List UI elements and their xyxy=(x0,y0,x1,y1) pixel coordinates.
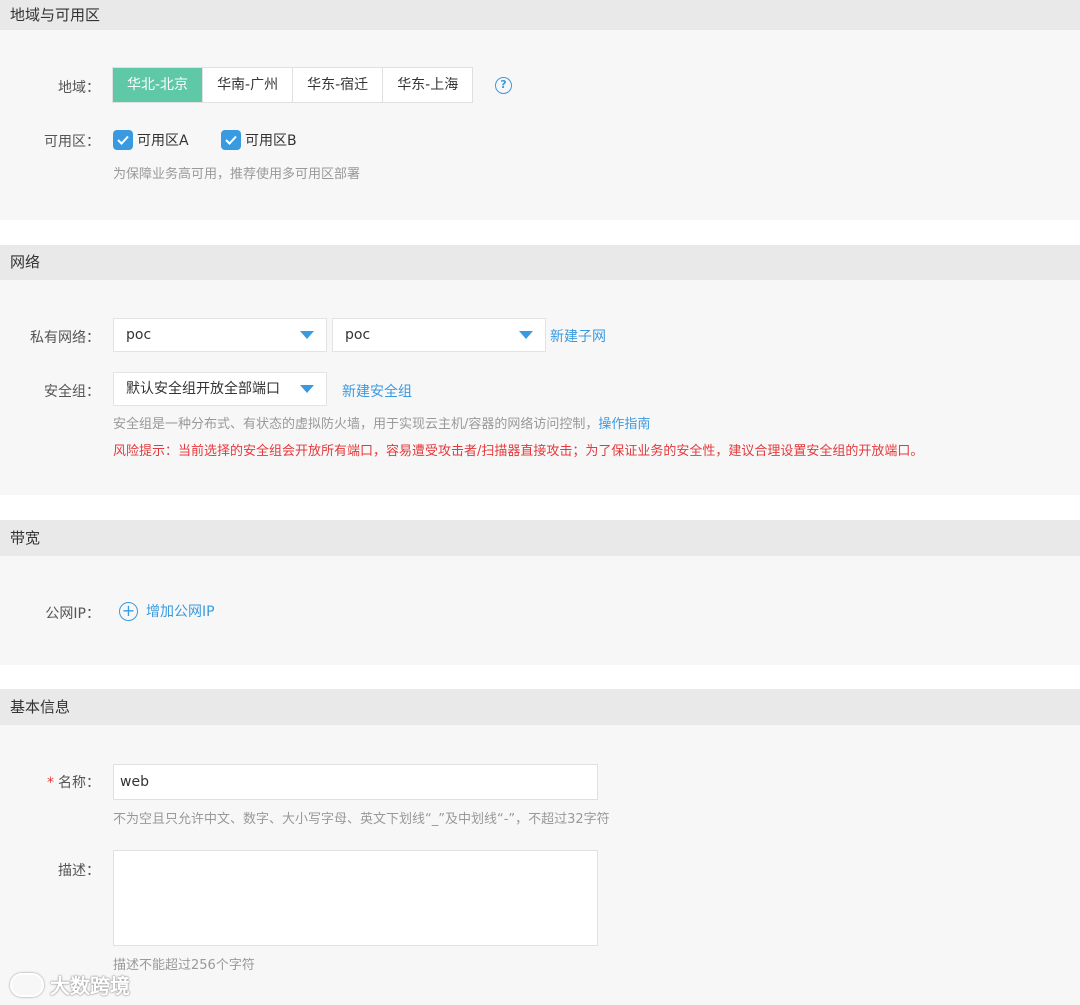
region-selector: 华北-北京 华南-广州 华东-宿迁 华东-上海 xyxy=(112,67,474,103)
watermark: 大数跨境 xyxy=(10,970,130,999)
add-public-ip-label: 增加公网IP xyxy=(146,604,215,620)
risk-warning: 风险提示：当前选择的安全组会开放所有端口，容易遭受攻击者/扫描器直接攻击；为了保… xyxy=(113,444,924,459)
vpc-select-value: poc xyxy=(126,327,152,343)
region-label: 地域： xyxy=(58,80,100,96)
help-icon[interactable]: ? xyxy=(495,77,512,94)
bandwidth-section: 带宽 xyxy=(0,520,1080,665)
name-label: * 名称： xyxy=(10,772,100,792)
caret-down-icon xyxy=(519,331,533,339)
name-label-text: 名称： xyxy=(58,775,100,791)
network-section-title: 网络 xyxy=(0,245,1080,280)
add-public-ip-button[interactable]: + 增加公网IP xyxy=(119,601,215,621)
public-ip-label: 公网IP： xyxy=(45,606,100,622)
region-section: 地域与可用区 xyxy=(0,0,1080,220)
subnet-select-value: poc xyxy=(345,327,371,343)
bandwidth-section-title: 带宽 xyxy=(0,520,1080,556)
security-group-select[interactable]: 默认安全组开放全部端口 xyxy=(113,372,327,406)
plus-circle-icon: + xyxy=(119,601,138,621)
region-option-suqian[interactable]: 华东-宿迁 xyxy=(292,68,382,102)
caret-down-icon xyxy=(300,331,314,339)
az-checkbox-b[interactable]: 可用区B xyxy=(221,130,297,150)
vpc-label: 私有网络： xyxy=(30,330,100,346)
checkbox-checked-icon xyxy=(221,130,241,150)
basic-info-section-title: 基本信息 xyxy=(0,689,1080,725)
region-section-title: 地域与可用区 xyxy=(0,0,1080,30)
region-option-beijing[interactable]: 华北-北京 xyxy=(113,68,203,102)
watermark-logo-icon xyxy=(10,972,44,997)
description-label: 描述： xyxy=(58,863,100,879)
security-group-hint-text: 安全组是一种分布式、有状态的虚拟防火墙，用于实现云主机/容器的网络访问控制， xyxy=(113,417,599,432)
new-security-group-link[interactable]: 新建安全组 xyxy=(342,381,412,401)
az-checkbox-a-label: 可用区A xyxy=(137,133,189,149)
description-textarea[interactable] xyxy=(113,850,598,946)
subnet-select[interactable]: poc xyxy=(332,318,546,352)
checkbox-checked-icon xyxy=(113,130,133,150)
watermark-text: 大数跨境 xyxy=(50,974,130,998)
az-checkbox-b-label: 可用区B xyxy=(245,133,297,149)
az-checkbox-a[interactable]: 可用区A xyxy=(113,130,189,150)
security-group-label: 安全组： xyxy=(44,384,100,400)
az-hint: 为保障业务高可用，推荐使用多可用区部署 xyxy=(113,167,361,182)
az-label: 可用区： xyxy=(44,134,100,150)
guide-link[interactable]: 操作指南 xyxy=(598,417,650,432)
region-option-guangzhou[interactable]: 华南-广州 xyxy=(202,68,292,102)
description-hint: 描述不能超过256个字符 xyxy=(113,958,255,973)
new-subnet-link[interactable]: 新建子网 xyxy=(550,326,606,346)
security-group-select-value: 默认安全组开放全部端口 xyxy=(126,381,280,397)
required-mark: * xyxy=(47,775,54,791)
name-hint: 不为空且只允许中文、数字、大小写字母、英文下划线“_”及中划线“-”，不超过32… xyxy=(113,812,610,827)
name-input[interactable] xyxy=(113,764,598,800)
vpc-select[interactable]: poc xyxy=(113,318,327,352)
security-group-hint: 安全组是一种分布式、有状态的虚拟防火墙，用于实现云主机/容器的网络访问控制，操作… xyxy=(113,413,650,432)
caret-down-icon xyxy=(300,385,314,393)
region-option-shanghai[interactable]: 华东-上海 xyxy=(382,68,472,102)
